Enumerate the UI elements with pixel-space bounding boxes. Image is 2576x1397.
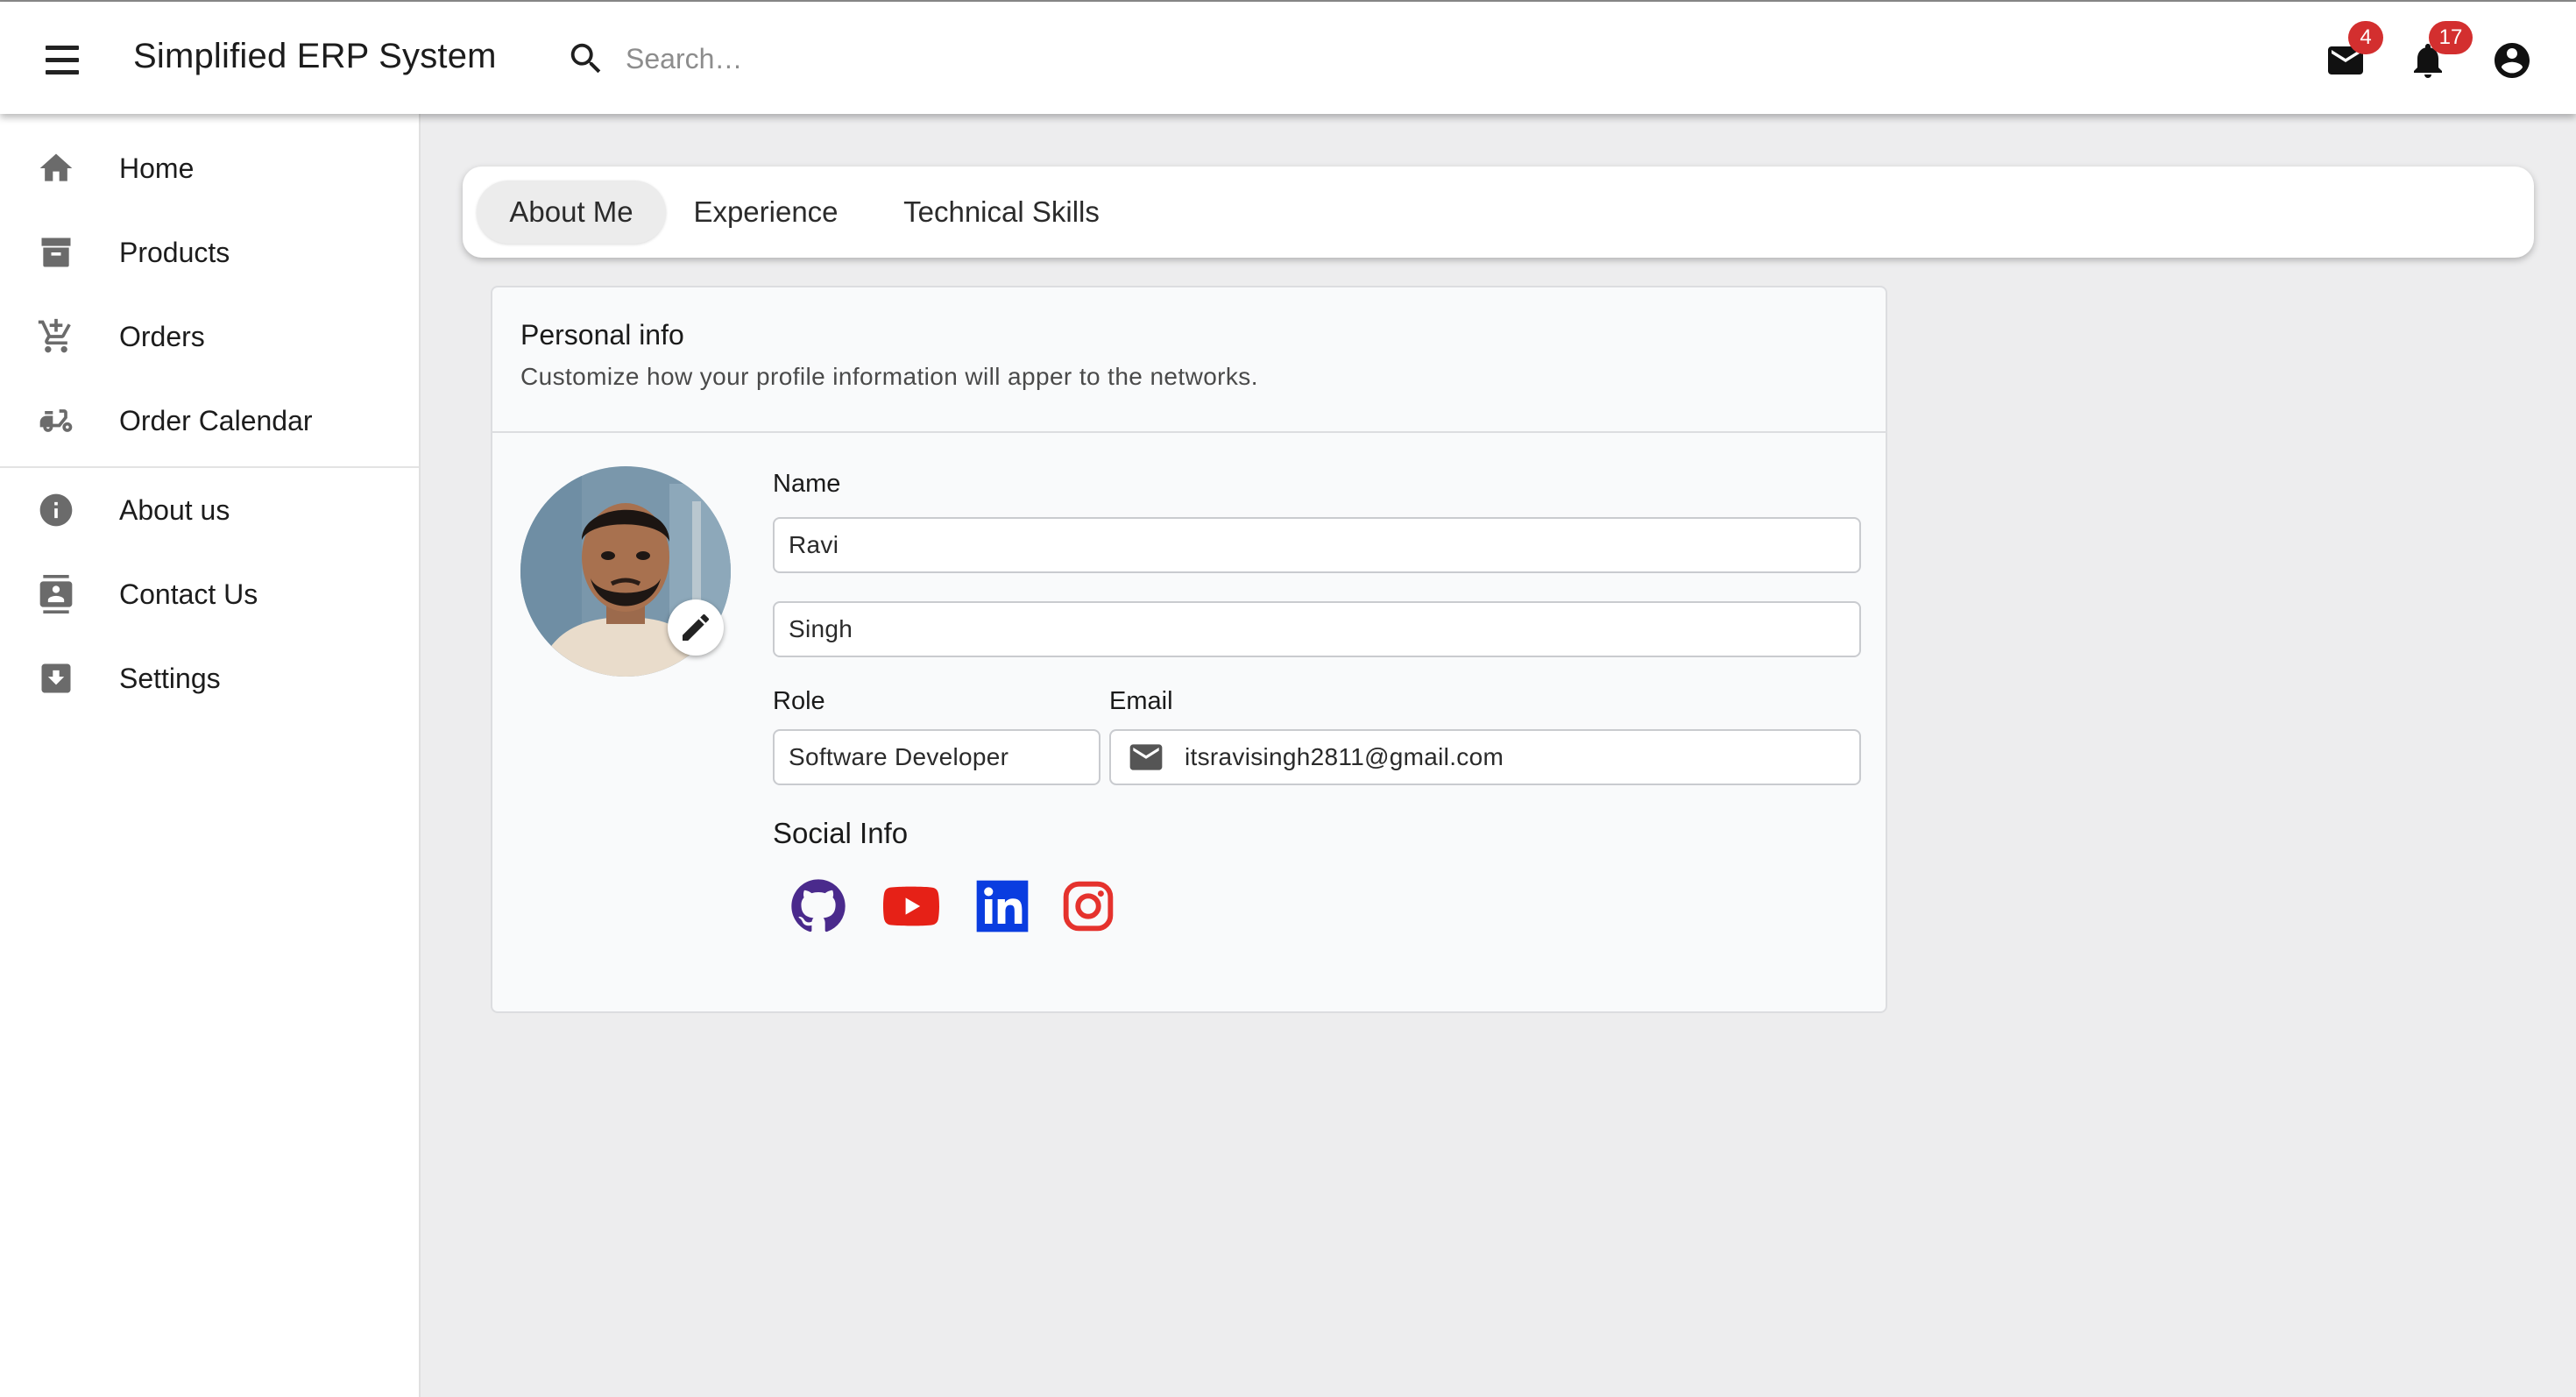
sidebar-item-about-us[interactable]: About us [0,470,419,550]
first-name-input[interactable] [775,519,1859,571]
mail-icon [1129,744,1163,770]
search-input[interactable] [624,41,995,76]
sidebar-divider [0,466,419,468]
account-circle-icon [2495,43,2530,78]
home-icon [35,147,77,189]
youtube-icon [883,886,939,926]
sidebar-item-label: Products [119,236,230,268]
linkedin-link[interactable] [973,876,1032,936]
email-input[interactable] [1165,731,1859,784]
last-name-input[interactable] [775,603,1859,656]
email-field[interactable] [1109,729,1861,785]
card-header: Personal info Customize how your profile… [492,287,1886,433]
sidebar-item-label: Order Calendar [119,404,313,436]
tab-experience[interactable]: Experience [678,181,853,244]
sidebar-item-label: Orders [119,320,205,352]
contact-card-icon [35,573,77,615]
instagram-link[interactable] [1058,876,1118,936]
instagram-icon [1063,881,1114,932]
archive-box-icon [35,231,77,273]
sidebar-item-order-calendar[interactable]: Order Calendar [0,380,419,461]
app-bar: Simplified ERP System 4 17 [0,2,2576,114]
name-label: Name [773,470,841,498]
card-subtitle: Customize how your profile information w… [520,363,1258,390]
role-input[interactable] [775,731,1099,784]
sidebar-item-orders[interactable]: Orders [0,296,419,377]
github-icon [791,879,846,933]
sidebar-item-label: Home [119,152,195,184]
search-bar[interactable] [566,33,1022,84]
pencil-icon [683,613,710,641]
sidebar-item-label: About us [119,493,230,526]
account-button[interactable] [2487,35,2537,86]
edit-avatar-button[interactable] [668,599,724,656]
mail-badge: 4 [2348,21,2383,54]
notifications-button[interactable]: 17 [2403,21,2473,86]
email-label: Email [1109,687,1173,715]
first-name-field[interactable] [773,517,1861,573]
last-name-field[interactable] [773,601,1861,657]
download-box-icon [35,657,77,699]
sidebar-item-contact-us[interactable]: Contact Us [0,554,419,635]
add-shopping-cart-icon [35,316,77,358]
sidebar-item-label: Contact Us [119,578,258,610]
personal-info-card: Personal info Customize how your profile… [491,286,1887,1013]
sidebar-item-label: Settings [119,662,221,694]
card-title: Personal info [520,319,684,351]
info-icon [35,489,77,531]
search-icon [570,43,601,74]
profile-tabs: About Me Experience Technical Skills [463,167,2534,258]
tab-about-me[interactable]: About Me [477,181,666,244]
sidebar-item-home[interactable]: Home [0,128,419,209]
role-field[interactable] [773,729,1100,785]
sidebar: Home Products Orders Order Calendar Abou… [0,114,421,1397]
github-link[interactable] [789,876,848,936]
sidebar-item-settings[interactable]: Settings [0,638,419,719]
role-label: Role [773,687,825,715]
notifications-badge: 17 [2429,21,2473,54]
menu-icon[interactable] [37,39,89,81]
tab-technical-skills[interactable]: Technical Skills [874,181,1129,244]
youtube-link[interactable] [881,876,941,936]
app-title: Simplified ERP System [133,37,497,75]
sidebar-item-products[interactable]: Products [0,212,419,293]
mail-button[interactable]: 4 [2320,21,2383,86]
linkedin-icon [976,880,1029,933]
social-info-title: Social Info [773,817,909,849]
delivery-scooter-icon [35,400,77,442]
